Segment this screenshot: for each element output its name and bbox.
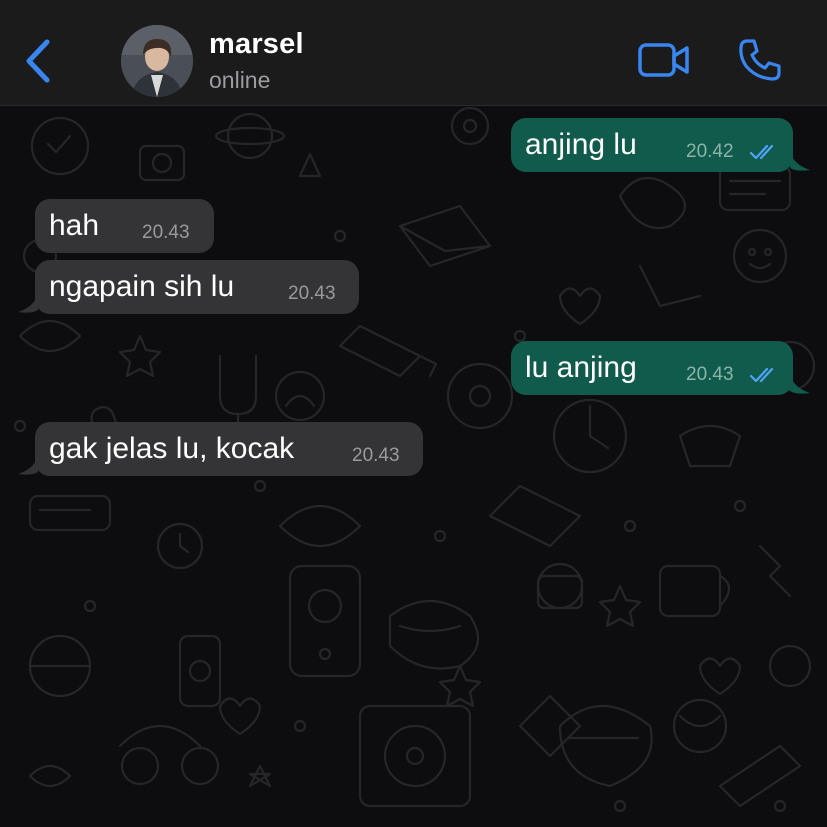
bubble-tail [18, 454, 38, 475]
contact-avatar[interactable] [121, 25, 193, 97]
message-text: anjing lu [525, 128, 637, 161]
bubble-tail [790, 150, 810, 171]
voice-call-button[interactable] [738, 38, 782, 82]
message-time: 20.43 [288, 283, 336, 304]
phone-icon [739, 39, 781, 81]
message-bubble-outgoing[interactable]: anjing lu 20.42 [511, 118, 793, 172]
bubble-tail [790, 373, 810, 394]
message-bubble-incoming[interactable]: gak jelas lu, kocak 20.43 [35, 422, 423, 476]
contact-status: online [209, 67, 271, 93]
message-time: 20.43 [352, 445, 400, 466]
chat-screen: marsel online anjing lu 20.42 hah 20.43 … [0, 0, 827, 827]
message-bubble-outgoing[interactable]: lu anjing 20.43 [511, 341, 793, 395]
contact-name[interactable]: marsel [209, 28, 304, 61]
message-list[interactable]: anjing lu 20.42 hah 20.43 ngapain sih lu… [0, 106, 827, 827]
message-time: 20.43 [142, 222, 190, 243]
message-bubble-incoming[interactable]: ngapain sih lu 20.43 [35, 260, 359, 314]
message-time: 20.42 [686, 141, 734, 162]
double-check-icon [749, 144, 774, 160]
bubble-tail [18, 292, 38, 313]
video-call-button[interactable] [637, 42, 691, 80]
avatar-photo [121, 25, 193, 97]
chat-header: marsel online [0, 0, 827, 106]
message-time: 20.43 [686, 364, 734, 385]
double-check-icon [749, 367, 774, 383]
message-bubble-incoming[interactable]: hah 20.43 [35, 199, 214, 253]
message-text: ngapain sih lu [49, 270, 235, 303]
message-text: hah [49, 209, 100, 242]
chevron-left-icon [26, 39, 50, 83]
back-button[interactable] [22, 38, 56, 84]
message-text: gak jelas lu, kocak [49, 432, 295, 465]
video-camera-icon [638, 43, 689, 77]
message-text: lu anjing [525, 351, 637, 384]
